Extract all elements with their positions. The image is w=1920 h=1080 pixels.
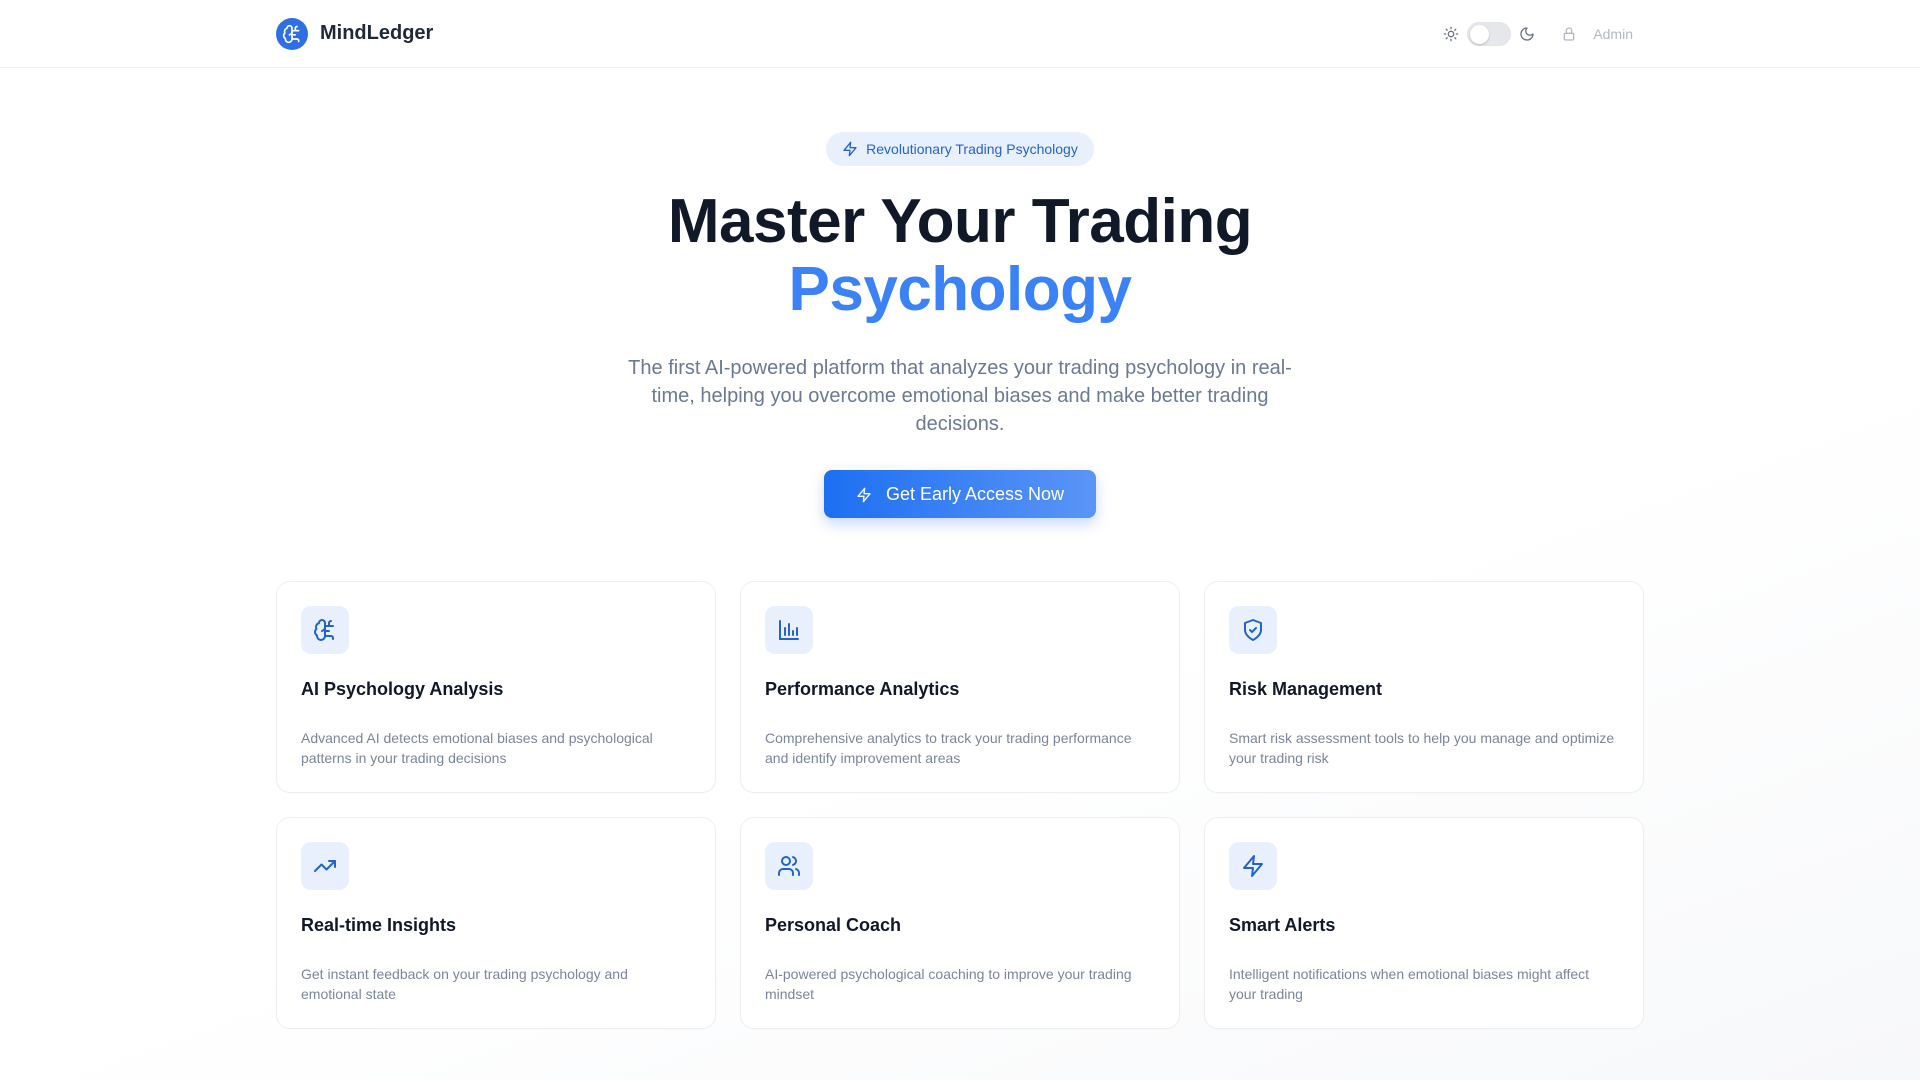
feature-title: Real-time Insights [301, 915, 457, 935]
zap-icon [856, 486, 872, 503]
feature-title: Performance Analytics [765, 679, 960, 699]
hero-title-accent: Psychology [788, 255, 1133, 324]
feature-description: Smart risk assessment tools to help you … [1229, 730, 1615, 766]
feature-description: Comprehensive analytics to track your tr… [765, 730, 1132, 766]
lock-icon [1561, 26, 1577, 42]
feature-description: AI-powered psychological coaching to imp… [765, 966, 1132, 1002]
feature-card: Smart Alerts Intelligent notifications w… [1204, 817, 1644, 1029]
hero-section: Revolutionary Trading Psychology Master … [0, 68, 1920, 518]
theme-toggle-knob [1470, 24, 1490, 44]
cta-label: Get Early Access Now [885, 483, 1065, 504]
feature-card: Performance Analytics Comprehensive anal… [740, 581, 1180, 793]
admin-link[interactable]: Admin [1561, 26, 1633, 42]
trending-up-icon [301, 842, 349, 890]
feature-title: Risk Management [1229, 679, 1383, 699]
feature-card: AI Psychology Analysis Advanced AI detec… [276, 581, 716, 793]
feature-card: Risk Management Smart risk assessment to… [1204, 581, 1644, 793]
brain-logo-icon [276, 17, 308, 50]
feature-description: Get instant feedback on your trading psy… [301, 966, 628, 1002]
feature-card: Personal Coach AI-powered psychological … [740, 817, 1180, 1029]
feature-description: Advanced AI detects emotional biases and… [301, 730, 653, 766]
brand[interactable]: MindLedger [276, 17, 434, 50]
bar-chart-icon [765, 606, 813, 654]
zap-icon [842, 141, 858, 157]
top-nav: MindLedger Admin [0, 0, 1920, 68]
brand-name: MindLedger [320, 22, 434, 44]
brain-icon [301, 606, 349, 654]
sun-icon [1443, 26, 1459, 42]
hero-badge-text: Revolutionary Trading Psychology [866, 141, 1078, 157]
hero-title: Master Your Trading Psychology [0, 188, 1920, 324]
feature-title: AI Psychology Analysis [301, 679, 504, 699]
hero-subtitle: The first AI-powered platform that analy… [628, 357, 1292, 435]
admin-label: Admin [1593, 25, 1633, 42]
users-icon [765, 842, 813, 890]
zap-icon [1229, 842, 1277, 890]
feature-card: Real-time Insights Get instant feedback … [276, 817, 716, 1029]
theme-toggle[interactable] [1467, 21, 1512, 46]
hero-badge: Revolutionary Trading Psychology [826, 132, 1094, 166]
get-early-access-button[interactable]: Get Early Access Now [823, 470, 1097, 518]
shield-check-icon [1229, 606, 1277, 654]
feature-title: Smart Alerts [1229, 915, 1336, 935]
features-grid: AI Psychology Analysis Advanced AI detec… [276, 581, 1644, 1029]
hero-title-line1: Master Your Trading [667, 187, 1253, 256]
moon-icon [1519, 26, 1535, 42]
feature-description: Intelligent notifications when emotional… [1229, 966, 1590, 1002]
feature-title: Personal Coach [765, 915, 902, 935]
